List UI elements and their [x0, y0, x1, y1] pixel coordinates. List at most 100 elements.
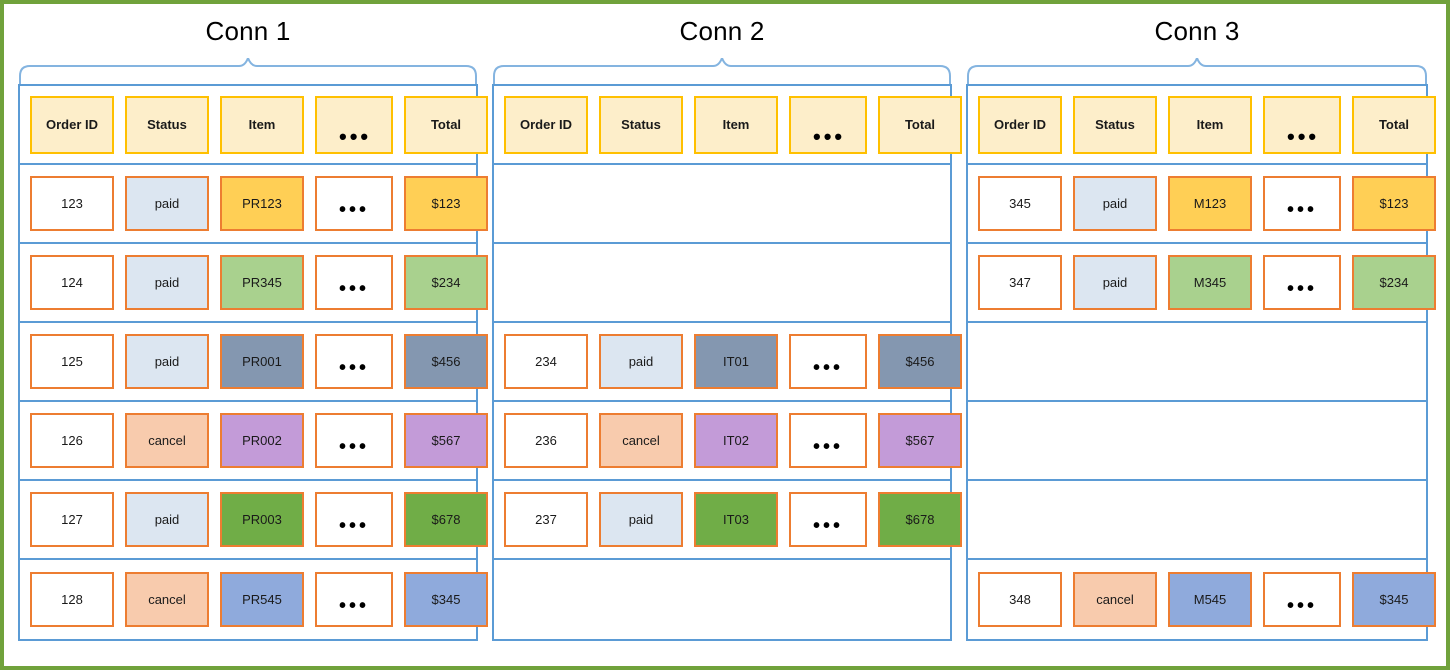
cell-more: ••• [315, 572, 393, 627]
ellipsis-icon: ••• [339, 436, 370, 458]
cell-more: ••• [315, 334, 393, 389]
column-header-item: Item [694, 95, 778, 154]
connection-panels-container: Conn 1 Order ID Status Item ••• Total 123 paid P… [0, 0, 1450, 670]
panel-title: Conn 1 [205, 16, 291, 46]
cell-status: cancel [125, 572, 209, 627]
cell-item: IT03 [694, 492, 778, 547]
cell-total: $234 [404, 255, 488, 310]
cell-order_id: 126 [30, 413, 114, 468]
ellipsis-icon: ••• [1287, 123, 1320, 149]
cell-order_id: 128 [30, 572, 114, 627]
cell-status: paid [1073, 176, 1157, 231]
ellipsis-icon: ••• [339, 123, 372, 149]
cell-order_id: 124 [30, 255, 114, 310]
cell-order_id: 125 [30, 334, 114, 389]
table-row: 125 paid PR001 ••• $456 [20, 323, 488, 402]
table-row: 237 paid IT03 ••• $678 [494, 481, 962, 560]
cell-status: paid [599, 492, 683, 547]
column-header-status: Status [1073, 95, 1157, 154]
column-header-more: ••• [789, 95, 867, 154]
cell-total: $567 [404, 413, 488, 468]
table-row: 127 paid PR003 ••• $678 [20, 481, 488, 560]
cell-item: IT01 [694, 334, 778, 389]
cell-status: paid [125, 176, 209, 231]
cell-total: $567 [878, 413, 962, 468]
table-row-empty [968, 402, 1426, 481]
ellipsis-icon: ••• [339, 515, 370, 537]
column-header-item: Item [1168, 95, 1252, 154]
cell-item: PR003 [220, 492, 304, 547]
cell-status: paid [1073, 255, 1157, 310]
cell-total: $234 [1352, 255, 1436, 310]
connection-panel: Conn 3 Order ID Status Item ••• Total 345 paid M… [966, 0, 1436, 670]
orders-table: Order ID Status Item ••• Total 234 paid IT01 •••… [492, 84, 962, 641]
column-header-item: Item [220, 95, 304, 154]
table-row: 347 paid M345 ••• $234 [968, 244, 1436, 323]
cell-item: IT02 [694, 413, 778, 468]
cell-more: ••• [1263, 255, 1341, 310]
table-row: 124 paid PR345 ••• $234 [20, 244, 488, 323]
table-row-empty [968, 481, 1426, 560]
cell-more: ••• [315, 492, 393, 547]
cell-status: paid [125, 492, 209, 547]
ellipsis-icon: ••• [813, 436, 844, 458]
cell-total: $345 [404, 572, 488, 627]
column-header-total: Total [404, 95, 488, 154]
cell-item: M123 [1168, 176, 1252, 231]
table-row-empty [494, 560, 950, 639]
table-header-row: Order ID Status Item ••• Total [968, 86, 1436, 165]
cell-total: $456 [404, 334, 488, 389]
table-row: 123 paid PR123 ••• $123 [20, 165, 488, 244]
column-header-total: Total [1352, 95, 1436, 154]
table-row: 348 cancel M545 ••• $345 [968, 560, 1436, 639]
ellipsis-icon: ••• [339, 357, 370, 379]
panel-title: Conn 3 [1154, 16, 1240, 46]
column-header-more: ••• [1263, 95, 1341, 154]
cell-status: paid [125, 334, 209, 389]
cell-more: ••• [789, 492, 867, 547]
ellipsis-icon: ••• [1287, 595, 1318, 617]
cell-order_id: 234 [504, 334, 588, 389]
table-row: 126 cancel PR002 ••• $567 [20, 402, 488, 481]
cell-order_id: 236 [504, 413, 588, 468]
column-header-status: Status [599, 95, 683, 154]
cell-status: cancel [599, 413, 683, 468]
column-header-total: Total [878, 95, 962, 154]
ellipsis-icon: ••• [339, 595, 370, 617]
table-row-empty [968, 323, 1426, 402]
cell-order_id: 348 [978, 572, 1062, 627]
cell-status: cancel [125, 413, 209, 468]
cell-item: PR545 [220, 572, 304, 627]
table-header-row: Order ID Status Item ••• Total [20, 86, 488, 165]
cell-total: $123 [404, 176, 488, 231]
table-row: 345 paid M123 ••• $123 [968, 165, 1436, 244]
cell-more: ••• [315, 176, 393, 231]
cell-item: PR002 [220, 413, 304, 468]
ellipsis-icon: ••• [339, 199, 370, 221]
ellipsis-icon: ••• [813, 123, 846, 149]
cell-status: paid [599, 334, 683, 389]
table-row: 236 cancel IT02 ••• $567 [494, 402, 962, 481]
cell-item: M345 [1168, 255, 1252, 310]
panel-title: Conn 2 [679, 16, 765, 46]
cell-order_id: 347 [978, 255, 1062, 310]
connection-panel: Conn 1 Order ID Status Item ••• Total 123 paid P… [18, 0, 488, 670]
table-header-row: Order ID Status Item ••• Total [494, 86, 962, 165]
column-header-more: ••• [315, 95, 393, 154]
column-header-order_id: Order ID [30, 95, 114, 154]
column-header-status: Status [125, 95, 209, 154]
cell-more: ••• [315, 255, 393, 310]
cell-total: $678 [878, 492, 962, 547]
column-header-order_id: Order ID [978, 95, 1062, 154]
cell-order_id: 127 [30, 492, 114, 547]
cell-item: PR123 [220, 176, 304, 231]
ellipsis-icon: ••• [813, 357, 844, 379]
cell-more: ••• [315, 413, 393, 468]
cell-item: PR001 [220, 334, 304, 389]
ellipsis-icon: ••• [813, 515, 844, 537]
orders-table: Order ID Status Item ••• Total 345 paid M123 •••… [966, 84, 1436, 641]
cell-more: ••• [1263, 572, 1341, 627]
cell-more: ••• [789, 334, 867, 389]
cell-more: ••• [789, 413, 867, 468]
table-row: 234 paid IT01 ••• $456 [494, 323, 962, 402]
